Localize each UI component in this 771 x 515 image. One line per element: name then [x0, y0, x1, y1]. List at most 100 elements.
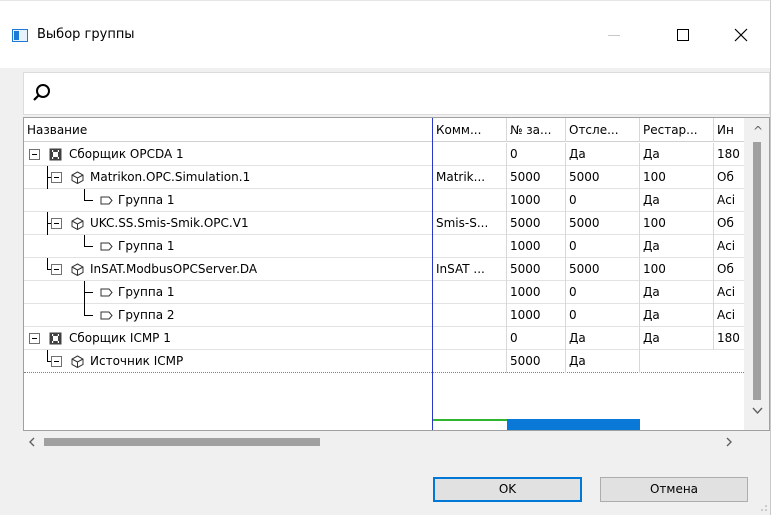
name-cell[interactable]: Источник ICMP — [24, 350, 432, 373]
table-row[interactable]: Источник ICMP 5000 Да — [24, 350, 744, 373]
opc-server-icon — [71, 171, 84, 185]
cell-num: 1000 — [507, 304, 566, 327]
collapse-icon[interactable] — [29, 149, 40, 160]
node-label: Группа 1 — [118, 285, 175, 299]
cell-num: 0 — [507, 143, 566, 166]
cell-num: 0 — [507, 327, 566, 350]
table-row[interactable]: Сборщик ICMP 1 0 Да Да 180 — [24, 327, 744, 350]
collapse-icon[interactable] — [51, 172, 62, 183]
node-label: Группа 1 — [118, 193, 175, 207]
maximize-button[interactable] — [660, 20, 706, 50]
cell-restart: Да — [640, 281, 714, 304]
horizontal-scrollbar[interactable] — [23, 433, 770, 449]
group-icon — [100, 194, 113, 207]
column-header-info[interactable]: Ин — [714, 118, 744, 142]
cell-num: 5000 — [507, 212, 566, 235]
collector-icon — [49, 148, 62, 161]
cell-track: Да — [566, 143, 640, 166]
column-header-comment[interactable]: Комм... — [433, 118, 507, 142]
cell-restart: 100 — [640, 258, 714, 281]
cell-track: 0 — [566, 304, 640, 327]
cancel-button[interactable]: Отмена — [600, 477, 748, 502]
cell-track: 5000 — [566, 166, 640, 189]
cell-comment — [433, 235, 507, 258]
table-row[interactable]: Группа 1 1000 0 Да Асі — [24, 189, 744, 212]
cell-info — [714, 350, 744, 373]
cell-comment — [433, 281, 507, 304]
scroll-up-icon[interactable]: ^ — [753, 124, 763, 138]
table-row[interactable]: Matrikon.OPC.Simulation.1 Matrik... 5000 50… — [24, 166, 744, 189]
scroll-down-icon[interactable] — [752, 407, 763, 415]
cell-restart: Да — [640, 235, 714, 258]
minimize-button[interactable] — [591, 20, 637, 50]
cell-info: Асі — [717, 308, 736, 322]
node-label: Группа 2 — [118, 308, 175, 322]
table-row[interactable]: Сборщик OPCDA 1 0 Да Да 180 — [24, 143, 744, 166]
scroll-right-icon[interactable] — [725, 437, 733, 447]
cell-info: Асі — [717, 285, 736, 299]
table-row[interactable]: Группа 2 1000 0 Да Асі — [24, 304, 744, 327]
close-icon — [734, 28, 748, 42]
cell-comment — [433, 143, 507, 166]
ok-button[interactable]: OK — [433, 477, 582, 502]
collapse-icon[interactable] — [51, 264, 62, 275]
cell-restart: 100 — [640, 212, 714, 235]
group-icon — [100, 240, 113, 253]
name-cell[interactable]: Сборщик ICMP 1 — [24, 327, 432, 350]
partial-row — [24, 419, 744, 430]
window-icon — [12, 29, 28, 42]
table-row[interactable]: UKC.SS.Smis-Smik.OPC.V1 Smis-S... 5000 5000… — [24, 212, 744, 235]
name-cell[interactable]: Группа 1 — [24, 189, 432, 212]
collapse-icon[interactable] — [29, 333, 40, 344]
node-label: Группа 1 — [118, 239, 175, 253]
column-header-name[interactable]: Название — [24, 118, 433, 142]
name-cell[interactable]: Matrikon.OPC.Simulation.1 — [24, 166, 432, 189]
table-row[interactable]: Группа 1 1000 0 Да Асі — [24, 281, 744, 304]
cell-comment: Matrik... — [433, 166, 507, 189]
node-label: UKC.SS.Smis-Smik.OPC.V1 — [90, 216, 249, 230]
node-label: Сборщик ICMP 1 — [69, 331, 171, 345]
collapse-icon[interactable] — [51, 356, 62, 367]
close-button[interactable] — [718, 20, 764, 50]
name-cell[interactable]: InSAT.ModbusOPCServer.DA — [24, 258, 432, 281]
cell-num: 5000 — [507, 166, 566, 189]
name-cell[interactable]: Группа 1 — [24, 235, 432, 258]
cell-track: Да — [566, 350, 640, 373]
group-tree-grid[interactable]: Название Комм... № за... Отсле... Рестар… — [23, 117, 770, 431]
node-label: InSAT.ModbusOPCServer.DA — [90, 262, 258, 276]
resize-grip-icon[interactable] — [758, 504, 768, 514]
table-row[interactable]: InSAT.ModbusOPCServer.DA InSAT ... 5000 500… — [24, 258, 744, 281]
cell-info: Об — [717, 170, 734, 184]
cell-track: 5000 — [566, 258, 640, 281]
cell-info: Об — [717, 216, 734, 230]
group-icon — [100, 309, 113, 322]
cell-restart: Да — [640, 143, 714, 166]
name-cell[interactable]: Сборщик OPCDA 1 — [24, 143, 432, 166]
vertical-scrollbar[interactable]: ^ — [744, 118, 769, 430]
vertical-scroll-thumb[interactable] — [753, 142, 761, 400]
cell-info: Асі — [717, 193, 736, 207]
collector-icon — [49, 332, 62, 345]
name-cell[interactable]: Группа 1 — [24, 281, 432, 304]
cell-num: 5000 — [507, 350, 566, 373]
table-row[interactable]: Группа 1 1000 0 Да Асі — [24, 235, 744, 258]
cell-restart: Да — [640, 327, 714, 350]
cell-comment: Smis-S... — [433, 212, 507, 235]
cell-track: 0 — [566, 235, 640, 258]
opc-server-icon — [71, 263, 84, 277]
cell-comment — [433, 304, 507, 327]
grid-header: Название Комм... № за... Отсле... Рестар… — [24, 118, 769, 142]
name-cell[interactable]: UKC.SS.Smis-Smik.OPC.V1 — [24, 212, 432, 235]
search-bar[interactable] — [23, 72, 770, 115]
column-header-restart[interactable]: Рестар... — [640, 118, 714, 142]
scroll-left-icon[interactable] — [28, 437, 36, 447]
horizontal-scroll-thumb[interactable] — [44, 438, 320, 446]
column-header-number[interactable]: № за... — [507, 118, 566, 142]
cell-num: 1000 — [507, 189, 566, 212]
cell-info: 180 — [717, 331, 740, 345]
name-cell[interactable]: Группа 2 — [24, 304, 432, 327]
cell-restart: Да — [640, 304, 714, 327]
collapse-icon[interactable] — [51, 218, 62, 229]
column-header-track[interactable]: Отсле... — [566, 118, 640, 142]
search-icon[interactable] — [32, 83, 52, 103]
